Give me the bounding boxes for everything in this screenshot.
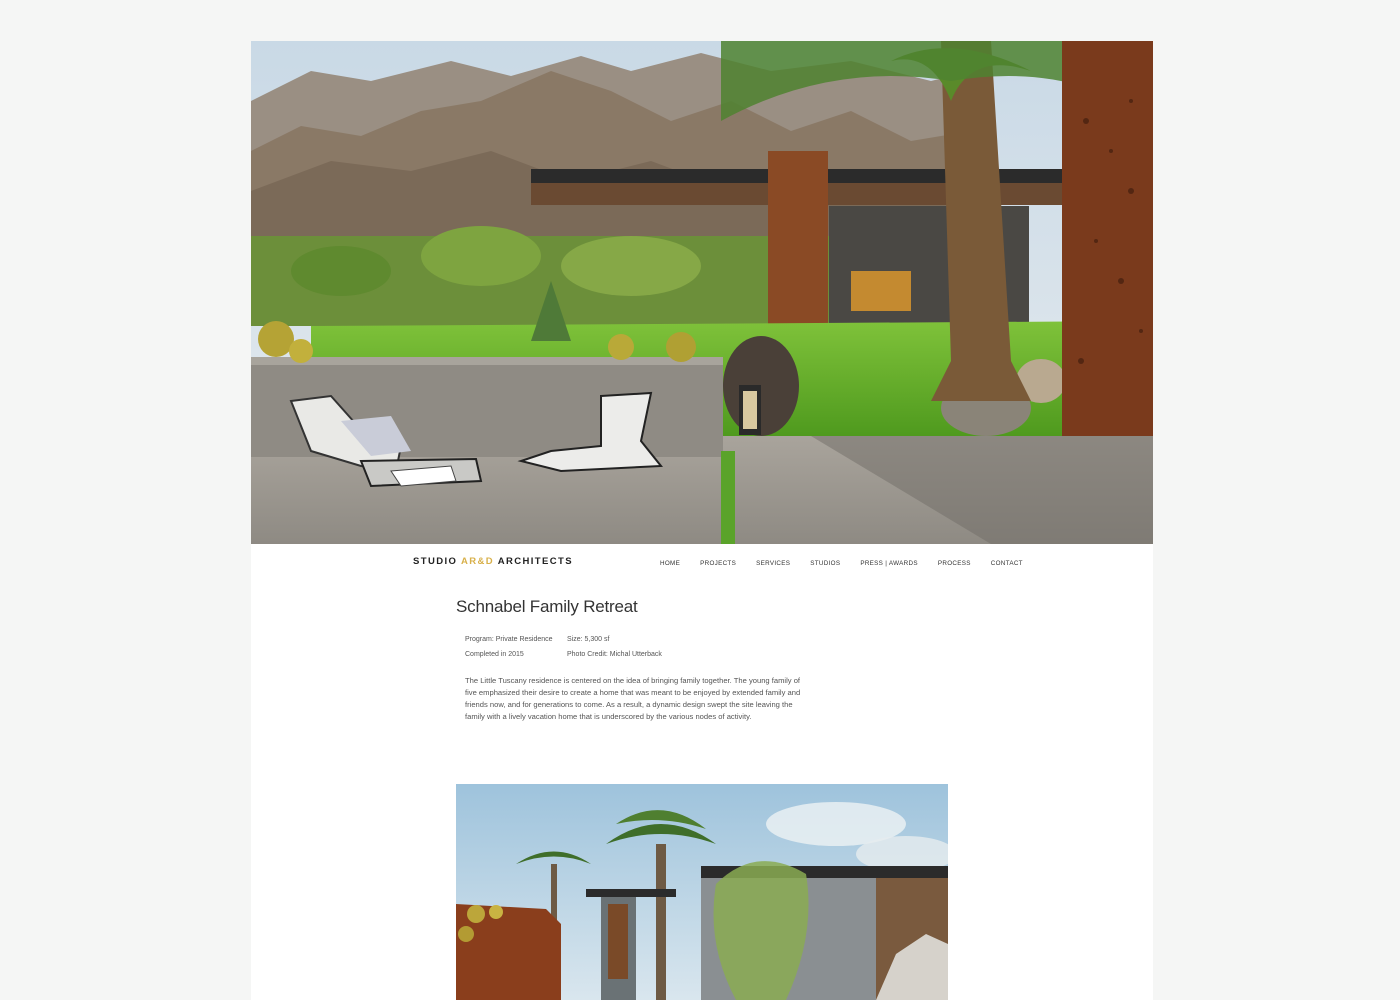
nav-projects[interactable]: PROJECTS [700, 560, 736, 567]
logo-prefix: STUDIO [413, 556, 461, 567]
meta-column-right: Size: 5,300 sf Photo Credit: Michal Utte… [567, 632, 662, 662]
nav-press-awards[interactable]: PRESS | AWARDS [860, 560, 918, 567]
meta-size: Size: 5,300 sf [567, 636, 610, 643]
nav-contact[interactable]: CONTACT [991, 560, 1023, 567]
project-title: Schnabel Family Retreat [456, 597, 638, 616]
nav-studios[interactable]: STUDIOS [810, 560, 840, 567]
main-nav: HOME PROJECTS SERVICES STUDIOS PRESS | A… [660, 560, 1043, 567]
nav-services[interactable]: SERVICES [756, 560, 790, 567]
meta-photo-credit: Photo Credit: Michal Utterback [567, 651, 662, 658]
meta-program: Program: Private Residence [465, 636, 553, 643]
logo-accent: AR&D [460, 556, 495, 567]
project-gallery-image[interactable] [456, 784, 948, 1000]
nav-home[interactable]: HOME [660, 560, 680, 567]
site-header: STUDIO AR&D ARCHITECTS HOME PROJECTS SER… [413, 554, 1023, 574]
hero-image [251, 41, 1153, 544]
meta-column-left: Program: Private Residence Completed in … [465, 632, 553, 662]
logo-suffix: ARCHITECTS [494, 556, 573, 567]
meta-completed: Completed in 2015 [465, 651, 524, 658]
nav-process[interactable]: PROCESS [938, 560, 971, 567]
site-logo[interactable]: STUDIO AR&D ARCHITECTS [413, 556, 573, 567]
project-description: The Little Tuscany residence is centered… [465, 676, 801, 721]
page: STUDIO AR&D ARCHITECTS HOME PROJECTS SER… [251, 41, 1153, 1000]
